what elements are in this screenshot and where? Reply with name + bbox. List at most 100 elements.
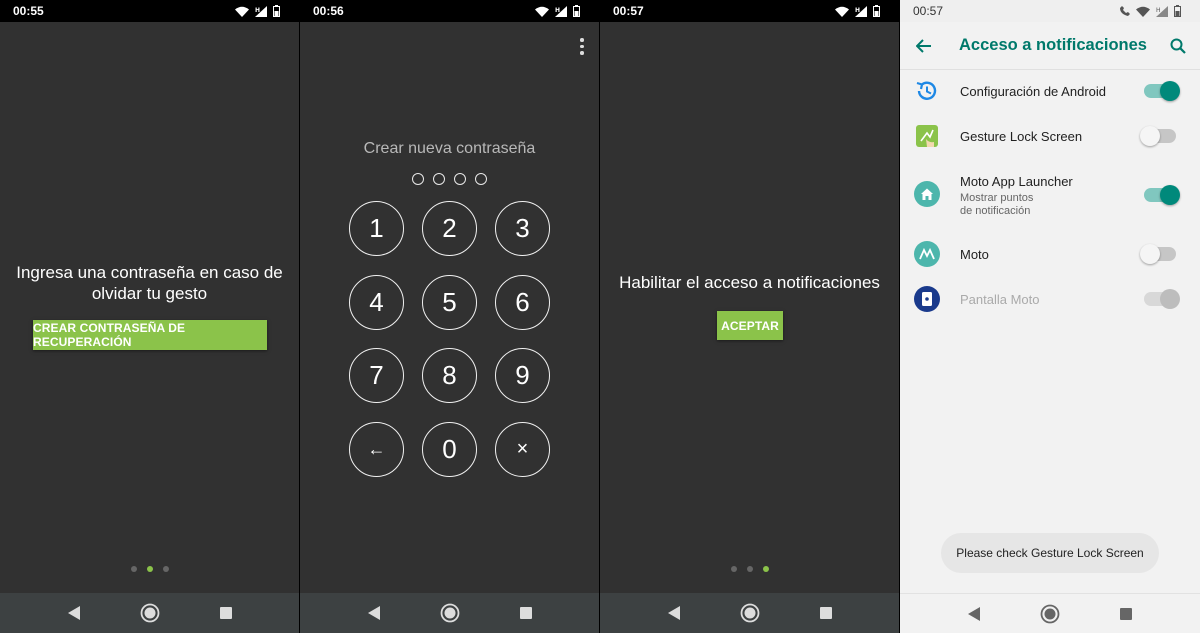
- nav-bar: [0, 593, 299, 633]
- create-recovery-password-button[interactable]: CREAR CONTRASEÑA DE RECUPERACIÓN: [33, 320, 267, 350]
- pin-dot: [433, 173, 445, 185]
- home-nav-icon[interactable]: [1038, 602, 1062, 626]
- list-item-configuracion-android[interactable]: Configuración de Android: [900, 78, 1200, 104]
- toggle-switch: [1144, 289, 1180, 309]
- key-9[interactable]: 9: [495, 348, 550, 403]
- android-config-icon: [914, 78, 940, 104]
- nav-bar: [600, 593, 899, 633]
- app-name: Configuración de Android: [960, 83, 1106, 99]
- home-icon: [914, 181, 940, 207]
- app-name: Moto App Launcher: [960, 174, 1073, 189]
- back-nav-icon[interactable]: [662, 601, 686, 625]
- screen-enable-notifications: 00:57 H Habilitar el acceso a notificaci…: [600, 0, 899, 633]
- toggle-switch[interactable]: [1140, 126, 1176, 146]
- back-nav-icon[interactable]: [362, 601, 386, 625]
- status-time: 00:57: [613, 4, 644, 18]
- screen-create-password: 00:56 H Crear nueva contraseña 1 2 3 4 5…: [300, 0, 599, 633]
- back-nav-icon[interactable]: [962, 602, 986, 626]
- svg-text:H: H: [1156, 7, 1161, 14]
- home-nav-icon[interactable]: [738, 601, 762, 625]
- recents-nav-icon[interactable]: [814, 601, 838, 625]
- page-dot: [162, 566, 169, 572]
- page-dot-active: [762, 566, 769, 572]
- signal-icon: H: [555, 5, 567, 17]
- page-indicator: [600, 566, 899, 572]
- toggle-switch[interactable]: [1140, 244, 1176, 264]
- accept-button[interactable]: ACEPTAR: [717, 311, 783, 340]
- back-nav-icon[interactable]: [62, 601, 86, 625]
- pantalla-moto-icon: [914, 286, 940, 312]
- home-nav-icon[interactable]: [138, 601, 162, 625]
- wifi-icon: [535, 6, 549, 17]
- status-time: 00:55: [13, 4, 44, 18]
- list-item-moto[interactable]: Moto: [900, 241, 1200, 267]
- wifi-icon: [235, 6, 249, 17]
- gesture-lock-icon: [916, 125, 938, 147]
- search-icon[interactable]: [1166, 34, 1190, 58]
- status-time: 00:56: [313, 4, 344, 18]
- app-name: Pantalla Moto: [960, 291, 1040, 307]
- pin-dot: [475, 173, 487, 185]
- app-name: Moto: [960, 246, 989, 262]
- battery-icon: [273, 5, 280, 17]
- status-bar: 00:57 H: [600, 0, 899, 22]
- page-dot: [730, 566, 737, 572]
- wifi-icon: [1136, 6, 1150, 17]
- recents-nav-icon[interactable]: [514, 601, 538, 625]
- pin-indicator: [300, 173, 599, 185]
- battery-icon: [1174, 5, 1181, 17]
- status-bar: 00:55 H: [0, 0, 299, 22]
- key-4[interactable]: 4: [349, 274, 404, 330]
- keypad: 1 2 3 4 5 6 7 8 9 ← 0 ×: [349, 201, 550, 477]
- key-7[interactable]: 7: [349, 348, 404, 403]
- battery-icon: [873, 5, 880, 17]
- page-indicator: [0, 566, 299, 572]
- create-password-title: Crear nueva contraseña: [363, 140, 536, 157]
- key-0[interactable]: 0: [422, 421, 477, 477]
- list-item-pantalla-moto: Pantalla Moto: [900, 286, 1200, 312]
- svg-text:H: H: [555, 7, 560, 14]
- page-dot: [746, 566, 753, 572]
- status-bar: 00:56 H: [300, 0, 599, 22]
- app-bar: Acceso a notificaciones: [900, 22, 1200, 70]
- key-6[interactable]: 6: [495, 274, 550, 330]
- clear-key[interactable]: ×: [495, 421, 550, 477]
- home-nav-icon[interactable]: [438, 601, 462, 625]
- list-item-moto-app-launcher[interactable]: Moto App Launcher Mostrar puntos de noti…: [900, 172, 1200, 218]
- backspace-key[interactable]: ←: [349, 421, 404, 477]
- call-icon: [1120, 6, 1130, 16]
- screen-notification-access: 00:57 H Acceso a notificaciones Configur…: [900, 0, 1200, 633]
- app-subtitle: Mostrar puntos de notificación: [960, 192, 1034, 217]
- key-5[interactable]: 5: [422, 274, 477, 330]
- status-bar: 00:57 H: [900, 0, 1200, 22]
- nav-bar: [300, 593, 599, 633]
- page-dot-active: [146, 566, 153, 572]
- recents-nav-icon[interactable]: [1114, 602, 1138, 626]
- page-title: Acceso a notificaciones: [959, 36, 1147, 54]
- signal-icon: H: [855, 5, 867, 17]
- enable-notifications-message: Habilitar el acceso a notificaciones: [619, 273, 880, 292]
- pin-dot: [412, 173, 424, 185]
- nav-bar: [900, 593, 1200, 633]
- moto-icon: [914, 241, 940, 267]
- toggle-switch[interactable]: [1144, 185, 1180, 205]
- status-time: 00:57: [913, 4, 944, 18]
- back-arrow-icon[interactable]: [912, 34, 936, 58]
- overflow-menu-icon[interactable]: [579, 38, 585, 55]
- list-item-gesture-lock-screen[interactable]: Gesture Lock Screen: [900, 123, 1200, 149]
- svg-text:H: H: [255, 7, 260, 14]
- toast-message: Please check Gesture Lock Screen: [941, 533, 1159, 573]
- key-2[interactable]: 2: [422, 201, 477, 256]
- screen-recovery-intro: 00:55 H Ingresa una contraseña en caso d…: [0, 0, 299, 633]
- pin-dot: [454, 173, 466, 185]
- key-8[interactable]: 8: [422, 348, 477, 403]
- recents-nav-icon[interactable]: [214, 601, 238, 625]
- svg-text:H: H: [855, 7, 860, 14]
- battery-icon: [573, 5, 580, 17]
- signal-icon: H: [1156, 5, 1168, 17]
- page-dot: [130, 566, 137, 572]
- key-1[interactable]: 1: [349, 201, 404, 256]
- key-3[interactable]: 3: [495, 201, 550, 256]
- toggle-switch[interactable]: [1144, 81, 1180, 101]
- signal-icon: H: [255, 5, 267, 17]
